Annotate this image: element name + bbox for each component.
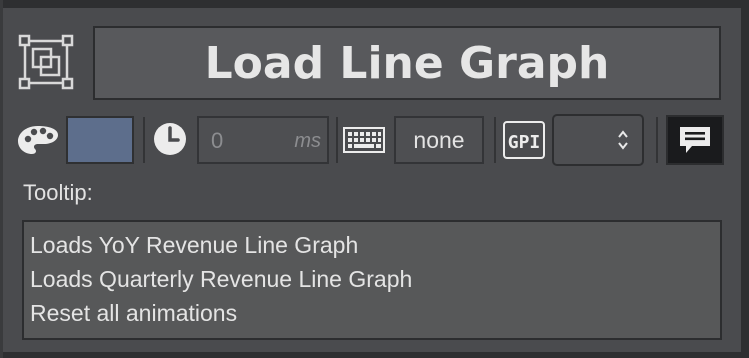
svg-text:GPI: GPI bbox=[508, 132, 541, 153]
delay-value: 0 bbox=[211, 128, 224, 153]
delay-input[interactable]: 0 ms bbox=[197, 116, 329, 164]
toolbar-divider bbox=[494, 117, 496, 163]
tooltip-toggle-button[interactable] bbox=[666, 115, 724, 165]
tooltip-line: Loads YoY Revenue Line Graph bbox=[30, 232, 359, 258]
frame-top bbox=[0, 0, 749, 8]
clock-icon bbox=[152, 121, 188, 157]
comment-icon bbox=[680, 127, 710, 153]
frame-bottom bbox=[0, 352, 749, 358]
script-button-editor-panel: Load Line Graph 0 ms none GPI Tooltip: L… bbox=[0, 0, 749, 358]
tooltip-label: Tooltip: bbox=[23, 180, 93, 205]
palette-icon bbox=[17, 124, 59, 156]
frame-left bbox=[0, 0, 3, 358]
shortcut-value: none bbox=[413, 126, 465, 153]
toolbar-divider bbox=[656, 117, 658, 163]
delay-unit: ms bbox=[294, 130, 321, 152]
toolbar-divider bbox=[336, 117, 338, 163]
keyboard-icon bbox=[343, 127, 385, 153]
page-title: Load Line Graph bbox=[204, 37, 610, 89]
gpi-select[interactable] bbox=[552, 114, 644, 166]
title-field[interactable]: Load Line Graph bbox=[93, 26, 721, 100]
color-swatch[interactable] bbox=[66, 116, 134, 164]
toolbar-divider bbox=[143, 117, 145, 163]
tooltip-line: Reset all animations bbox=[30, 300, 238, 326]
frame-right bbox=[741, 0, 749, 358]
tooltip-line: Loads Quarterly Revenue Line Graph bbox=[30, 266, 413, 292]
tooltip-textarea[interactable]: Loads YoY Revenue Line Graph Loads Quart… bbox=[22, 220, 722, 340]
shortcut-input[interactable]: none bbox=[394, 116, 484, 164]
gpi-icon: GPI bbox=[503, 121, 545, 159]
group-frame-icon[interactable] bbox=[18, 34, 74, 90]
select-arrows-icon bbox=[618, 130, 628, 150]
